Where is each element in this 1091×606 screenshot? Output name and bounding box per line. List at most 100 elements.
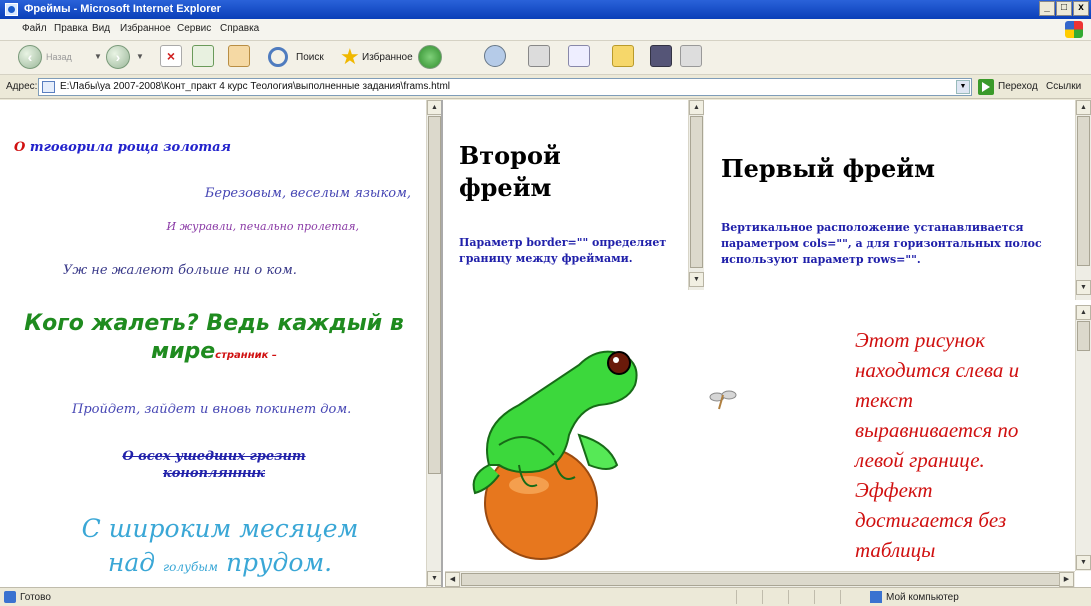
maximize-button[interactable]: □ [1056, 1, 1072, 16]
go-icon[interactable] [978, 79, 994, 95]
menu-edit[interactable]: Правка [54, 23, 88, 34]
right-frame-scrollbar[interactable]: ▲ ▼ [1075, 100, 1091, 300]
scroll-down-icon[interactable]: ▼ [1076, 555, 1091, 570]
scroll-left-icon[interactable]: ◀ [445, 572, 460, 587]
menu-file[interactable]: Файл [22, 23, 47, 34]
status-cell [788, 590, 812, 604]
status-cell [762, 590, 786, 604]
poem-line: Березовым, веселым языком, [204, 186, 411, 201]
scroll-down-icon[interactable]: ▼ [689, 272, 704, 287]
close-button[interactable]: x [1073, 1, 1089, 16]
poem-line: Уж не жалеют больше ни о ком. [63, 263, 297, 278]
menu-bar: Файл Правка Вид Избранное Сервис Справка [0, 19, 1091, 41]
frame-paragraph: Параметр border="" определяет границу ме… [459, 236, 667, 265]
poem-line-big: С широким месяцем над голубым прудом. [20, 512, 420, 584]
poem-line-small-text: странник – [215, 350, 277, 361]
scroll-up-icon[interactable]: ▲ [689, 100, 704, 115]
poem-title-rest: тговорила роща золотая [25, 140, 231, 155]
frameset: О тговорила роща золотая Березовым, весе… [0, 100, 1091, 587]
mail-icon[interactable] [528, 45, 550, 67]
status-cell [814, 590, 838, 604]
menu-help[interactable]: Справка [220, 23, 259, 34]
search-icon[interactable] [268, 47, 288, 67]
address-input[interactable]: E:\Лабы\уа 2007-2008\Конт_практ 4 курс Т… [38, 78, 972, 96]
poem-line-big-text: С широким месяцем [81, 514, 359, 543]
menu-tools[interactable]: Сервис [177, 23, 211, 34]
zone-text: Мой компьютер [886, 592, 959, 603]
italic-paragraph: Этот рисунок находится слева и текст выр… [855, 328, 1020, 562]
poem-title-first-letter: О [14, 140, 26, 155]
page-icon [4, 591, 16, 603]
scroll-thumb[interactable] [690, 116, 703, 268]
windows-logo-icon [1065, 21, 1083, 38]
window-title: Фреймы - Microsoft Internet Explorer [24, 3, 221, 15]
address-label: Адрес: [6, 81, 38, 92]
home-icon[interactable] [228, 45, 250, 67]
poem-line: Пройдет, зайдет и вновь покинет дом. [72, 402, 352, 417]
search-label[interactable]: Поиск [296, 52, 324, 63]
middle-frame: Второй фрейм Параметр border="" определя… [445, 100, 705, 300]
frame-heading-second: Второй фрейм [459, 141, 561, 202]
menu-favorites[interactable]: Избранное [120, 23, 171, 34]
computer-icon [870, 591, 882, 603]
history-icon[interactable] [484, 45, 506, 67]
scroll-up-icon[interactable]: ▲ [427, 100, 441, 115]
scroll-thumb[interactable] [461, 573, 1061, 586]
scroll-up-icon[interactable]: ▲ [1076, 305, 1091, 320]
frog-image [472, 350, 638, 560]
minimize-button[interactable]: _ [1039, 1, 1055, 16]
status-text: Готово [20, 592, 51, 603]
middle-frame-scrollbar[interactable]: ▲ ▼ [688, 100, 704, 290]
back-icon[interactable]: ‹ [18, 45, 42, 69]
media-icon[interactable] [418, 45, 442, 69]
left-frame: О тговорила роща золотая Березовым, весе… [0, 100, 443, 587]
bottom-frame: Этот рисунок находится слева и текст выр… [445, 305, 1091, 587]
toolbar: ‹ Назад ▼ › ▼ × Поиск ★ Избранное [0, 41, 1091, 75]
status-cell [840, 590, 864, 604]
print-icon[interactable] [568, 45, 590, 67]
links-button[interactable]: Ссылки [1046, 81, 1081, 92]
refresh-icon[interactable] [192, 45, 214, 67]
page-icon [42, 81, 55, 93]
title-bar: Фреймы - Microsoft Internet Explorer _ □… [0, 0, 1091, 19]
forward-icon[interactable]: › [106, 45, 130, 69]
poem-line-big-text-3: прудом. [225, 548, 333, 577]
chevron-down-icon[interactable]: ▼ [94, 52, 102, 61]
poem-line-large: Кого жалеть? Ведь каждый в мирестранник … [24, 310, 404, 370]
menu-view[interactable]: Вид [92, 23, 110, 34]
favorites-label[interactable]: Избранное [362, 52, 413, 63]
back-label: Назад [46, 52, 72, 62]
scroll-up-icon[interactable]: ▲ [1076, 100, 1091, 115]
poem-line-strike: О всех ушедших грезит коноплянник [122, 449, 306, 481]
address-value[interactable]: E:\Лабы\уа 2007-2008\Конт_практ 4 курс Т… [60, 81, 450, 92]
chevron-down-icon[interactable]: ▼ [136, 52, 144, 61]
bottom-frame-scrollbar[interactable]: ▲ ▼ [1075, 305, 1091, 571]
address-bar: Адрес: E:\Лабы\уа 2007-2008\Конт_практ 4… [0, 75, 1091, 99]
scroll-down-icon[interactable]: ▼ [427, 571, 441, 586]
star-icon[interactable]: ★ [340, 46, 360, 72]
poem-line-big-small: голубым [163, 560, 218, 574]
scroll-thumb[interactable] [1077, 116, 1090, 266]
scroll-thumb[interactable] [428, 116, 441, 474]
left-frame-scrollbar[interactable]: ▲ ▼ [426, 100, 441, 587]
status-bar: Готово Мой компьютер [0, 587, 1091, 606]
right-frame: Первый фрейм Вертикальное расположение у… [707, 100, 1091, 300]
messenger-icon[interactable] [650, 45, 672, 67]
chevron-down-icon[interactable]: ▼ [956, 80, 970, 94]
scroll-down-icon[interactable]: ▼ [1076, 280, 1091, 295]
frame-heading-first: Первый фрейм [721, 154, 935, 183]
dragonfly-image [709, 390, 737, 410]
scroll-thumb[interactable] [1077, 321, 1090, 351]
bottom-frame-hscrollbar[interactable]: ◀ ▶ [445, 571, 1075, 587]
window-controls: _ □ x [1039, 1, 1089, 16]
stop-icon[interactable]: × [160, 45, 182, 67]
status-cell [736, 590, 760, 604]
poem-line: И журавли, печально пролетая, [166, 220, 359, 233]
scroll-right-icon[interactable]: ▶ [1059, 572, 1074, 587]
go-button[interactable]: Переход [998, 81, 1038, 92]
frame-paragraph: Вертикальное расположение устанавливаетс… [721, 221, 1042, 266]
research-icon[interactable] [680, 45, 702, 67]
poem-line-big-text-2: над [107, 548, 156, 577]
ie-icon [5, 3, 18, 16]
folder-icon[interactable] [612, 45, 634, 67]
